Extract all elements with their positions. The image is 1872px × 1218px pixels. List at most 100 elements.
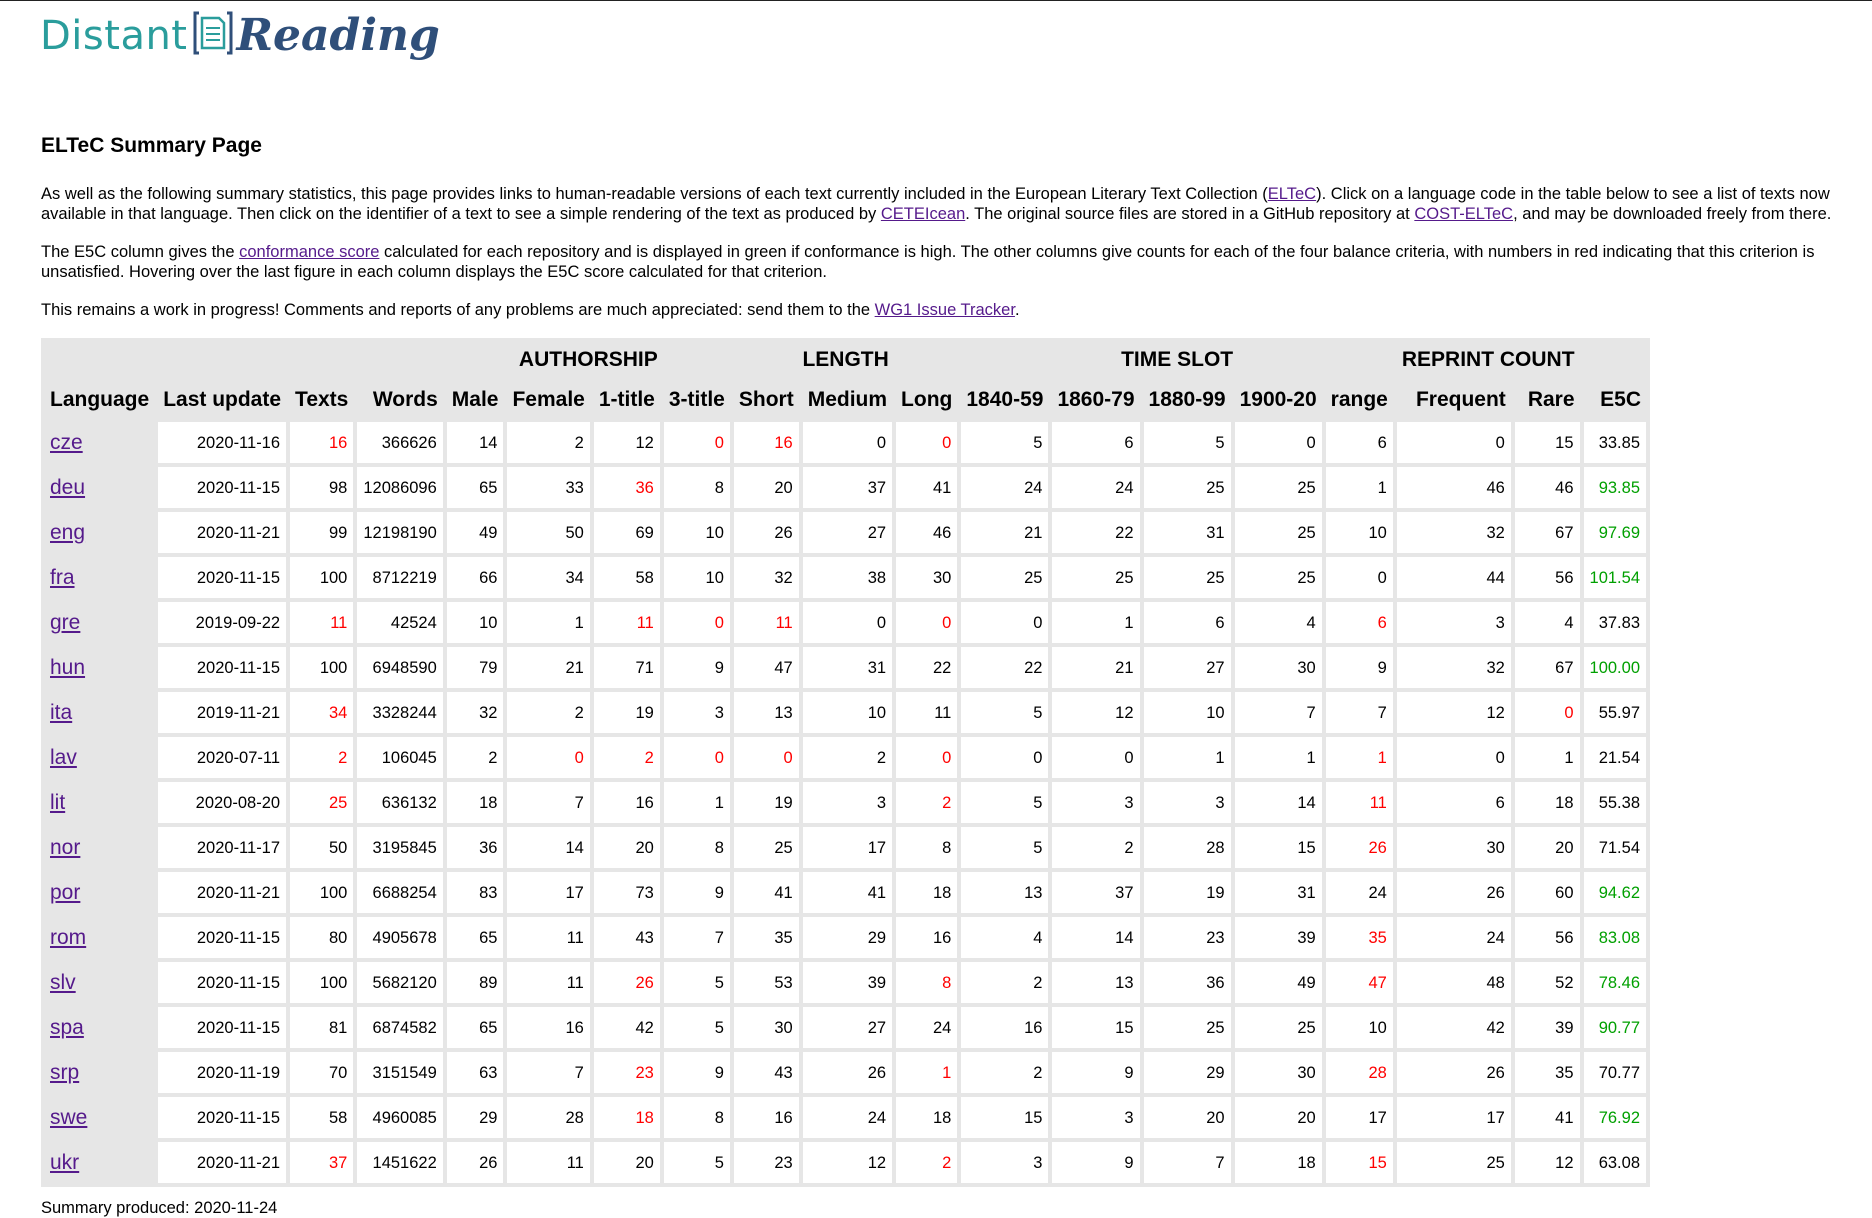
table-cell: 9: [663, 647, 730, 688]
language-link-cze[interactable]: cze: [50, 431, 83, 454]
table-cell: 3151549: [357, 1052, 443, 1093]
table-cell: 1451622: [357, 1142, 443, 1183]
table-cell: 20: [1143, 1097, 1231, 1138]
table-cell: 2: [802, 737, 893, 778]
table-cell: 76.92: [1583, 1097, 1646, 1138]
table-cell: 6: [1325, 422, 1393, 463]
table-cell: 33.85: [1583, 422, 1646, 463]
table-cell: 16: [290, 422, 354, 463]
table-cell: 29: [1143, 1052, 1231, 1093]
table-cell: 26: [446, 1142, 504, 1183]
table-cell: 0: [663, 422, 730, 463]
table-cell: 1: [1325, 467, 1393, 508]
table-cell: 49: [446, 512, 504, 553]
table-cell: 52: [1514, 962, 1580, 1003]
table-cell: 18: [1514, 782, 1580, 823]
table-cell: 11: [507, 1142, 590, 1183]
language-link-srp[interactable]: srp: [50, 1061, 79, 1084]
intro-paragraph-3: This remains a work in progress! Comment…: [41, 301, 1020, 319]
table-cell: 38: [802, 557, 893, 598]
table-cell: 1: [1325, 737, 1393, 778]
table-cell: 9: [1052, 1052, 1140, 1093]
table-cell: 100: [290, 962, 354, 1003]
language-link-slv[interactable]: slv: [50, 971, 76, 994]
table-cell: 3328244: [357, 692, 443, 733]
language-link-por[interactable]: por: [50, 881, 80, 904]
table-cell: 49: [1234, 962, 1322, 1003]
logo-word-distant: Distant: [40, 12, 188, 59]
language-link-lit[interactable]: lit: [50, 791, 65, 814]
table-cell: 24: [896, 1007, 958, 1048]
table-cell: 16: [593, 782, 660, 823]
conformance-score-link[interactable]: conformance score: [239, 243, 379, 261]
language-link-rom[interactable]: rom: [50, 926, 86, 949]
table-cell: 8: [896, 827, 958, 868]
table-cell: 17: [1325, 1097, 1393, 1138]
language-link-spa[interactable]: spa: [50, 1016, 84, 1039]
page-title: ELTeC Summary Page: [41, 134, 262, 157]
group-header-reprint-count: REPRINT COUNT: [1401, 348, 1575, 371]
table-cell: 69: [593, 512, 660, 553]
table-cell: 0: [1396, 422, 1511, 463]
table-cell: 100: [290, 872, 354, 913]
table-cell: 2: [593, 737, 660, 778]
language-link-nor[interactable]: nor: [50, 836, 80, 859]
table-cell: 6948590: [357, 647, 443, 688]
table-row: lav 2020-07-11 2 106045 2 0 2 0 0 2 0 0 0 1 1 1 0 1 21.54: [45, 737, 1646, 778]
table-cell: 21: [507, 647, 590, 688]
language-link-hun[interactable]: hun: [50, 656, 85, 679]
language-link-fra[interactable]: fra: [50, 566, 75, 589]
table-cell: 30: [1396, 827, 1511, 868]
table-cell: 2: [961, 1052, 1049, 1093]
intro-paragraph-2: The E5C column gives the conformance sco…: [41, 243, 1815, 281]
table-cell: 25: [1143, 467, 1231, 508]
language-link-deu[interactable]: deu: [50, 476, 85, 499]
table-cell: 25: [1234, 1007, 1322, 1048]
table-cell: 8712219: [357, 557, 443, 598]
table-cell: 4: [1514, 602, 1580, 643]
eltec-link[interactable]: ELTeC: [1268, 185, 1316, 203]
table-cell: 27: [1143, 647, 1231, 688]
table-cell: 0: [896, 422, 958, 463]
table-cell: 55.38: [1583, 782, 1646, 823]
table-cell: 17: [1396, 1097, 1511, 1138]
table-cell: 19: [1143, 872, 1231, 913]
language-link-eng[interactable]: eng: [50, 521, 85, 544]
column-header-range: range: [1330, 388, 1388, 411]
cost-eltec-link[interactable]: COST-ELTeC: [1414, 205, 1513, 223]
column-header-long: Long: [901, 388, 953, 411]
table-cell: 2020-11-19: [158, 1052, 287, 1093]
language-link-lav[interactable]: lav: [50, 746, 77, 769]
table-cell: 32: [1396, 512, 1511, 553]
table-cell: 2019-09-22: [158, 602, 287, 643]
table-cell: 2020-11-15: [158, 647, 287, 688]
table-row: rom 2020-11-15 80 4905678 65 11 43 7 35 29 16 4 14 23…: [45, 917, 1646, 958]
language-link-ukr[interactable]: ukr: [50, 1151, 79, 1174]
ceteicean-link[interactable]: CETEIcean: [881, 205, 965, 223]
site-logo[interactable]: Distant Reading: [40, 10, 440, 61]
language-link-ita[interactable]: ita: [50, 701, 72, 724]
table-cell: 5: [663, 962, 730, 1003]
table-cell: 0: [896, 602, 958, 643]
table-cell: 24: [961, 467, 1049, 508]
table-cell: 3: [1396, 602, 1511, 643]
language-link-swe[interactable]: swe: [50, 1106, 87, 1129]
table-cell: 26: [1396, 872, 1511, 913]
table-cell: 13: [1052, 962, 1140, 1003]
table-cell: 44: [1396, 557, 1511, 598]
table-cell: 8: [663, 1097, 730, 1138]
table-cell: 0: [802, 422, 893, 463]
table-cell: 11: [733, 602, 799, 643]
table-cell: 32: [1396, 647, 1511, 688]
table-cell: 12: [1052, 692, 1140, 733]
table-cell: 26: [1396, 1052, 1511, 1093]
table-cell: 63.08: [1583, 1142, 1646, 1183]
table-cell: 32: [733, 557, 799, 598]
wg1-issue-tracker-link[interactable]: WG1 Issue Tracker: [875, 301, 1015, 319]
table-cell: 30: [1234, 647, 1322, 688]
language-link-gre[interactable]: gre: [50, 611, 80, 634]
table-cell: 2: [961, 962, 1049, 1003]
table-row: fra 2020-11-15 100 8712219 66 34 58 10 32 38 30 25 2…: [45, 557, 1646, 598]
table-cell: 21.54: [1583, 737, 1646, 778]
table-cell: 6: [1143, 602, 1231, 643]
